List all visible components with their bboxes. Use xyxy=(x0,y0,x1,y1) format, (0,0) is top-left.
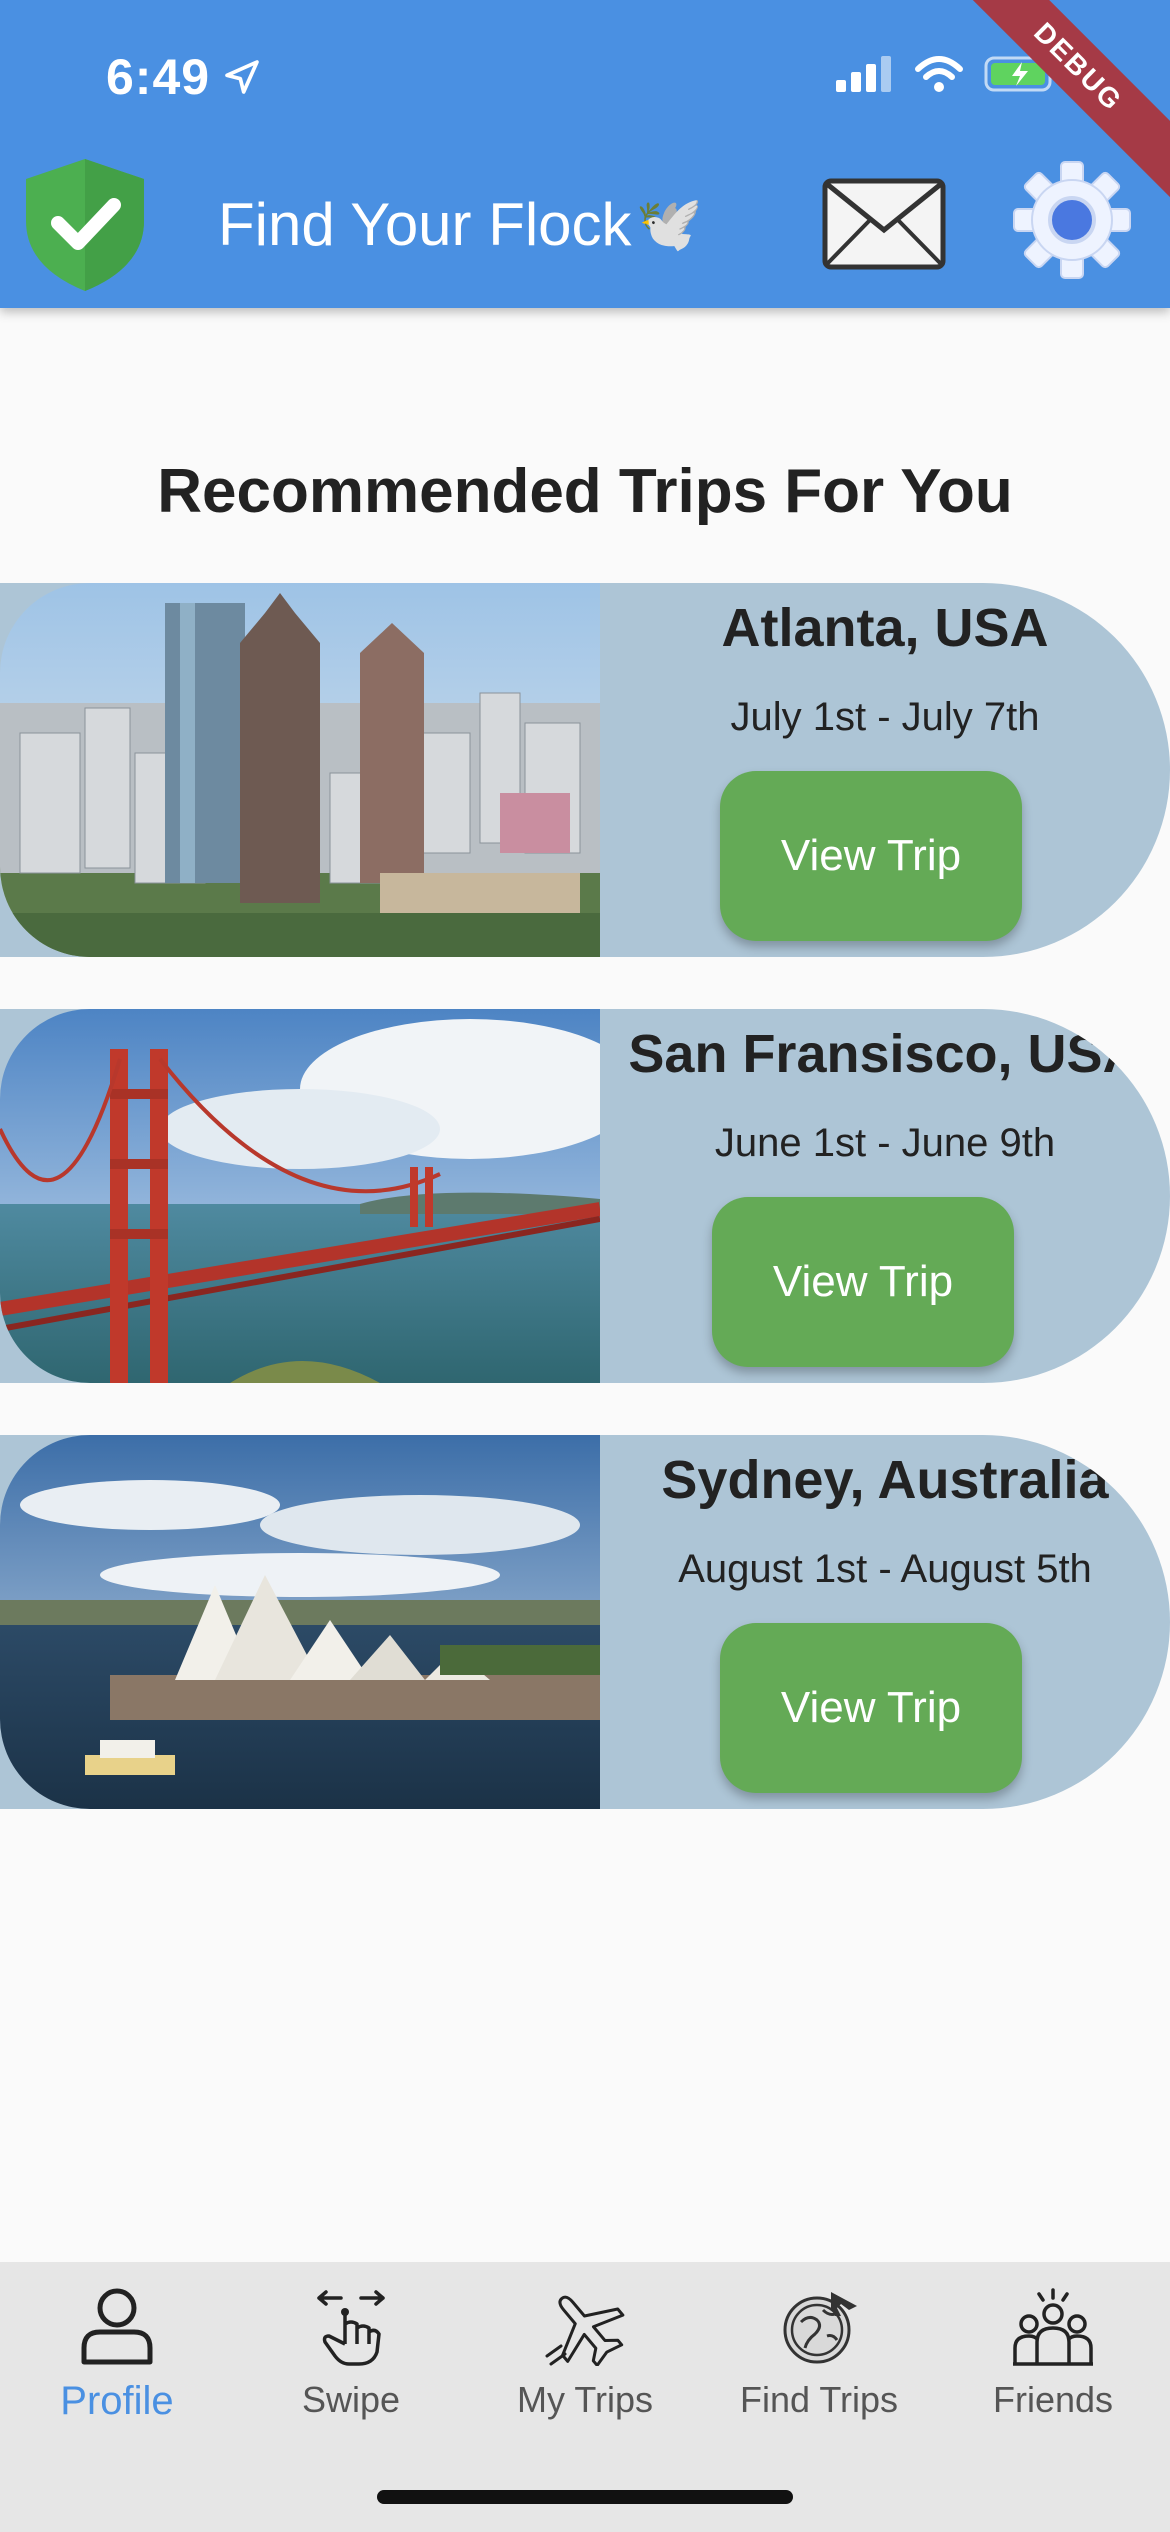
trip-card-sydney[interactable]: Sydney, Australia August 1st - August 5t… xyxy=(0,1435,1170,1809)
envelope-icon xyxy=(822,178,946,270)
trip-info-san-francisco: San Fransisco, USA June 1st - June 9th V… xyxy=(600,1009,1170,1383)
airplane-icon xyxy=(545,2295,625,2367)
location-arrow-icon xyxy=(225,60,259,94)
mail-button[interactable] xyxy=(822,178,946,275)
status-time-text: 6:49 xyxy=(106,49,211,105)
app-title-text: Find Your Flock xyxy=(218,191,632,258)
trip-dates: June 1st - June 9th xyxy=(714,1121,1056,1165)
atlanta-skyline-image xyxy=(0,583,600,957)
nav-label: My Trips xyxy=(516,2379,653,2420)
view-trip-button[interactable]: View Trip xyxy=(720,1623,1022,1793)
screen: 6:49 DEBUG Find Your Flock 🕊️ Recommende… xyxy=(0,0,1170,2532)
trip-city: Atlanta, USA xyxy=(721,598,1049,658)
nav-item-profile[interactable]: Profile xyxy=(0,2286,234,2424)
dove-emoji: 🕊️ xyxy=(635,194,703,254)
golden-gate-bridge-image xyxy=(0,1009,600,1383)
swipe-hand-icon xyxy=(317,2290,385,2366)
nav-label: Swipe xyxy=(301,2379,401,2420)
section-title: Recommended Trips For You xyxy=(157,457,1013,526)
home-indicator[interactable] xyxy=(377,2490,793,2504)
trip-info-atlanta: Atlanta, USA July 1st - July 7th View Tr… xyxy=(600,583,1170,957)
nav-label: Friends xyxy=(992,2379,1114,2420)
profile-icon xyxy=(81,2288,153,2365)
nav-item-find-trips[interactable]: Find Trips xyxy=(702,2286,936,2421)
trip-info-sydney: Sydney, Australia August 1st - August 5t… xyxy=(600,1435,1170,1809)
view-trip-button[interactable]: View Trip xyxy=(720,771,1022,941)
view-trip-button[interactable]: View Trip xyxy=(712,1197,1014,1367)
nav-item-my-trips[interactable]: My Trips xyxy=(468,2286,702,2421)
app-bar: 6:49 DEBUG Find Your Flock 🕊️ xyxy=(0,0,1170,308)
nav-label: Find Trips xyxy=(739,2379,899,2420)
gear-icon xyxy=(1013,161,1131,279)
trip-dates: August 1st - August 5th xyxy=(678,1547,1092,1591)
wifi-icon xyxy=(915,56,963,92)
group-icon xyxy=(1013,2288,1093,2366)
cellular-signal-icon xyxy=(836,56,891,92)
nav-label: Profile xyxy=(60,2379,174,2423)
status-time: 6:49 xyxy=(106,48,262,106)
trip-city: San Fransisco, USA xyxy=(628,1024,1142,1084)
sydney-opera-house-image xyxy=(0,1435,600,1809)
nav-item-swipe[interactable]: Swipe xyxy=(234,2286,468,2421)
app-title: Find Your Flock 🕊️ xyxy=(218,190,703,259)
shield-check-icon[interactable] xyxy=(20,155,150,300)
trip-dates: July 1st - July 7th xyxy=(730,695,1040,739)
settings-button[interactable] xyxy=(1012,160,1132,285)
nav-item-friends[interactable]: Friends xyxy=(936,2286,1170,2421)
status-indicators xyxy=(836,54,1060,94)
trip-card-san-francisco[interactable]: San Fransisco, USA June 1st - June 9th V… xyxy=(0,1009,1170,1383)
trip-city: Sydney, Australia xyxy=(661,1450,1109,1510)
globe-plane-icon xyxy=(783,2292,857,2364)
trip-card-atlanta[interactable]: Atlanta, USA July 1st - July 7th View Tr… xyxy=(0,583,1170,957)
